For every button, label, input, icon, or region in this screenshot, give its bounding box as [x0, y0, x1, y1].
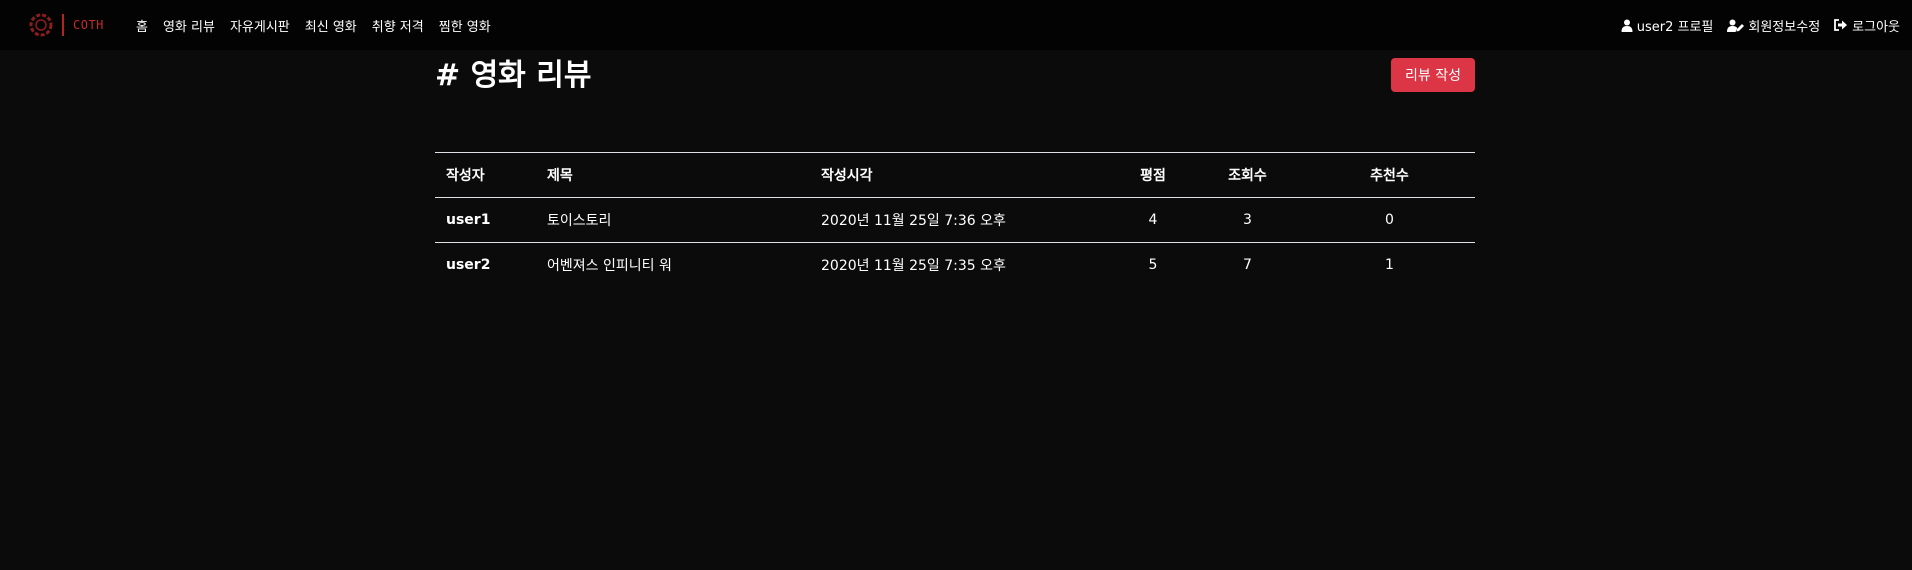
- review-views: 7: [1191, 242, 1304, 287]
- nav-edit-account-label: 회원정보수정: [1748, 19, 1821, 35]
- brand-divider: [62, 14, 64, 36]
- column-header-likes: 추천수: [1304, 152, 1475, 198]
- nav-movie-reviews[interactable]: 영화 리뷰: [163, 16, 215, 35]
- nav-wishlist[interactable]: 찜한 영화: [439, 16, 491, 35]
- user-nav: user2 프로필 회원정보수정 로그아웃: [1621, 0, 1900, 50]
- review-author[interactable]: user2: [435, 242, 547, 287]
- review-rating: 5: [1115, 242, 1191, 287]
- nav-profile[interactable]: user2 프로필: [1621, 16, 1714, 35]
- review-title[interactable]: 토이스토리: [547, 198, 821, 243]
- nav-home[interactable]: 홈: [136, 16, 148, 35]
- nav-logout-label: 로그아웃: [1852, 19, 1900, 35]
- nav-recommendations[interactable]: 취향 저격: [372, 16, 424, 35]
- column-header-title: 제목: [547, 152, 821, 198]
- review-created-at: 2020년 11월 25일 7:36 오후: [821, 213, 1006, 229]
- review-author[interactable]: user1: [435, 198, 547, 243]
- film-reel-icon: [29, 13, 53, 37]
- brand-logo[interactable]: COTH: [28, 12, 104, 38]
- nav-edit-account[interactable]: 회원정보수정: [1727, 16, 1820, 35]
- main-nav: 홈 영화 리뷰 자유게시판 최신 영화 취향 저격 찜한 영화: [136, 0, 491, 50]
- table-row[interactable]: user1 토이스토리 2020년 11월 25일 7:36 오후 4 3 0: [435, 198, 1475, 243]
- sign-out-icon: [1834, 19, 1848, 31]
- navbar: COTH 홈 영화 리뷰 자유게시판 최신 영화 취향 저격 찜한 영화 use…: [0, 0, 1912, 50]
- review-title[interactable]: 어벤져스 인피니티 워: [547, 242, 821, 287]
- nav-free-board[interactable]: 자유게시판: [230, 16, 290, 35]
- review-table: 작성자 제목 작성시각 평점 조회수 추천수 user1 토이스토리 2020년…: [435, 152, 1475, 287]
- column-header-rating: 평점: [1115, 152, 1191, 198]
- review-likes: 0: [1385, 212, 1394, 228]
- review-rating: 4: [1148, 212, 1158, 228]
- write-review-button[interactable]: 리뷰 작성: [1391, 58, 1475, 92]
- column-header-created-at: 작성시각: [821, 152, 1115, 198]
- nav-logout[interactable]: 로그아웃: [1834, 16, 1900, 35]
- nav-profile-label: user2 프로필: [1636, 19, 1714, 35]
- nav-latest-movies[interactable]: 최신 영화: [305, 16, 357, 35]
- review-created-at: 2020년 11월 25일 7:35 오후: [821, 242, 1115, 287]
- user-edit-icon: [1727, 19, 1745, 32]
- column-header-views: 조회수: [1191, 152, 1304, 198]
- review-views: 3: [1243, 212, 1252, 228]
- user-icon: [1621, 19, 1633, 32]
- page-title: # 영화 리뷰: [435, 58, 592, 93]
- table-row[interactable]: user2 어벤져스 인피니티 워 2020년 11월 25일 7:35 오후 …: [435, 242, 1475, 287]
- table-header-row: 작성자 제목 작성시각 평점 조회수 추천수: [435, 152, 1475, 198]
- review-likes: 1: [1304, 242, 1475, 287]
- column-header-author: 작성자: [435, 152, 547, 198]
- brand-name: COTH: [73, 18, 104, 32]
